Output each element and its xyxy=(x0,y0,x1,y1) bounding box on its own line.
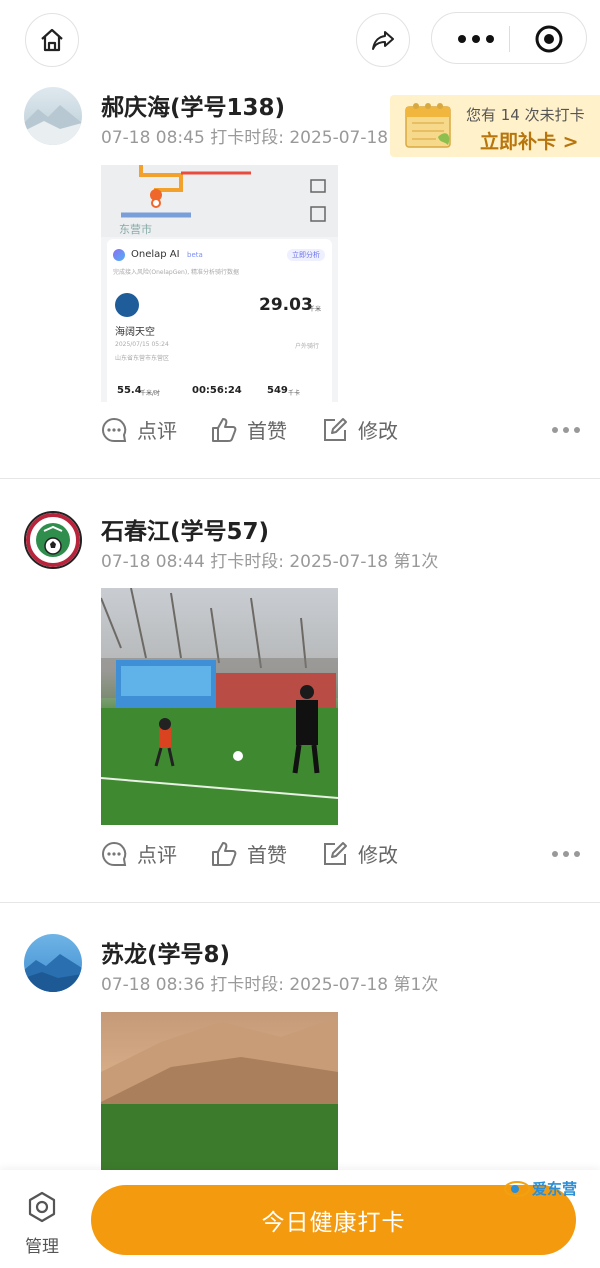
football-club-logo-icon xyxy=(26,513,80,567)
checkin-photo[interactable] xyxy=(101,1012,338,1172)
ride-calories: 549 xyxy=(267,385,288,396)
hexagon-settings-icon xyxy=(28,1191,56,1223)
football-field-photo xyxy=(101,588,338,825)
mountain-avatar-icon xyxy=(24,954,82,992)
ride-type: 户外骑行 xyxy=(295,343,320,350)
checkin-meta: 07-18 08:36 打卡时段: 2025-07-18 第1次 xyxy=(101,975,439,995)
ride-route-name: 海阔天空 xyxy=(115,327,155,338)
checkin-meta: 07-18 08:45 打卡时段: 2025-07-18 第1次 xyxy=(101,128,439,148)
home-icon xyxy=(41,28,63,52)
user-name[interactable]: 郝庆海(学号138) xyxy=(101,88,285,122)
post-actions: 点评 首赞 修改 xyxy=(100,415,580,449)
share-icon xyxy=(372,31,394,50)
mini-program-capsule xyxy=(431,12,587,64)
ride-duration: 00:56:24 xyxy=(192,385,242,396)
avatar-landscape-icon xyxy=(24,105,82,145)
comment-label: 点评 xyxy=(137,843,177,867)
onelap-beta-tag: beta xyxy=(187,251,203,259)
top-nav-bar xyxy=(0,0,600,80)
like-button[interactable]: 首赞 xyxy=(210,415,287,444)
checkin-photo[interactable]: 东营市 Onelap AI beta 立即分析 完成接入风险(OnelapGen… xyxy=(101,165,338,402)
map-city-label: 东营市 xyxy=(119,223,152,236)
makeup-checkin-banner[interactable]: 您有 14 次未打卡 立即补卡 > xyxy=(390,95,600,157)
like-button[interactable]: 首赞 xyxy=(210,839,287,868)
edit-button[interactable]: 修改 xyxy=(321,839,398,868)
onelap-analyze-button[interactable]: 立即分析 xyxy=(287,249,325,261)
checkin-photo[interactable] xyxy=(101,588,338,825)
checkin-button-label: 今日健康打卡 xyxy=(261,1210,406,1236)
aidongying-watermark: 爱东营 xyxy=(504,1178,577,1199)
missed-checkin-count: 您有 14 次未打卡 xyxy=(466,106,585,124)
thumbs-up-icon xyxy=(212,841,237,866)
checkin-meta: 07-18 08:44 打卡时段: 2025-07-18 第1次 xyxy=(101,552,439,572)
onelap-desc: 完成接入风险(OnelapGen), 精准分析骑行数据 xyxy=(113,269,240,276)
share-button[interactable] xyxy=(356,13,410,67)
more-options-icon[interactable] xyxy=(552,851,580,857)
more-options-icon[interactable] xyxy=(552,427,580,433)
edit-label: 修改 xyxy=(358,419,398,443)
target-icon[interactable] xyxy=(534,24,564,54)
onelap-logo-icon xyxy=(113,249,125,261)
more-dots-icon[interactable] xyxy=(446,25,506,53)
comment-icon xyxy=(102,841,127,866)
onelap-app-name: Onelap AI xyxy=(131,249,180,260)
onelap-card: Onelap AI beta 立即分析 完成接入风险(OnelapGen), 精… xyxy=(107,239,332,402)
edit-icon xyxy=(324,417,347,441)
manage-label: 管理 xyxy=(25,1237,59,1257)
user-name[interactable]: 苏龙(学号8) xyxy=(101,935,230,969)
post-divider xyxy=(0,902,600,903)
edit-icon xyxy=(324,841,347,865)
post-divider xyxy=(0,478,600,479)
ride-calories-unit: 千卡 xyxy=(288,390,301,397)
desert-landscape-photo xyxy=(101,1017,338,1172)
manage-button[interactable]: 管理 xyxy=(22,1190,62,1257)
avatar[interactable] xyxy=(24,934,82,992)
comment-icon xyxy=(102,417,127,442)
post-actions: 点评 首赞 修改 xyxy=(100,839,580,873)
edit-label: 修改 xyxy=(358,843,398,867)
like-label: 首赞 xyxy=(247,843,287,867)
ride-location: 山东省东营市东营区 xyxy=(115,355,170,362)
edit-button[interactable]: 修改 xyxy=(321,415,398,444)
makeup-checkin-link[interactable]: 立即补卡 > xyxy=(480,127,579,154)
comment-button[interactable]: 点评 xyxy=(100,415,177,444)
ride-speed-unit: 千米/时 xyxy=(140,390,161,397)
comment-button[interactable]: 点评 xyxy=(100,839,177,868)
capsule-divider xyxy=(509,26,510,52)
ride-distance: 29.03 xyxy=(259,295,313,315)
avatar[interactable] xyxy=(24,511,82,569)
ride-distance-unit: 千米 xyxy=(309,306,322,313)
route-map: 东营市 xyxy=(101,165,338,237)
ride-avatar-icon xyxy=(115,293,139,317)
calendar-icon xyxy=(405,103,451,148)
home-button[interactable] xyxy=(25,13,79,67)
watermark-text: 爱东营 xyxy=(532,1180,578,1198)
ride-speed: 55.4 xyxy=(117,385,142,396)
like-label: 首赞 xyxy=(247,419,287,443)
avatar[interactable] xyxy=(24,87,82,145)
ride-datetime: 2025/07/15 05:24 xyxy=(115,341,169,348)
thumbs-up-icon xyxy=(212,417,237,442)
aidongying-logo-icon xyxy=(504,1180,530,1197)
comment-label: 点评 xyxy=(137,419,177,443)
user-name[interactable]: 石春江(学号57) xyxy=(101,512,269,546)
